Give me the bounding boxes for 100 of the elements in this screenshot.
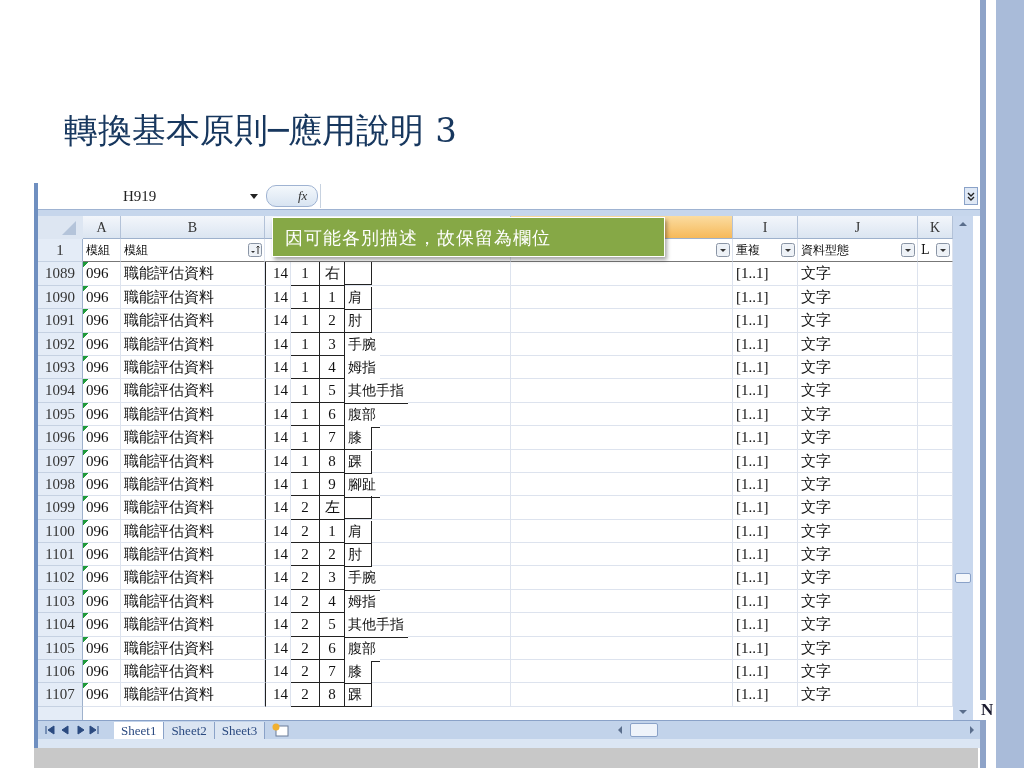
sheet-tab[interactable]: Sheet3 [214,721,266,739]
column-header[interactable]: B [121,216,265,239]
row-number[interactable]: 1097 [38,449,83,473]
sort-filter-icon[interactable] [248,243,262,258]
insert-sheet-icon[interactable] [271,723,292,737]
table-cell: 096 [83,566,121,590]
table-cell: 左 [320,496,345,520]
filter-dropdown-icon[interactable] [936,243,950,258]
row-number[interactable]: 1104 [38,613,83,637]
row-number[interactable]: 1091 [38,309,83,333]
table-cell: 職能評估資料 [121,636,265,661]
table-cell: 1 [291,402,320,427]
row-number[interactable]: 1089 [38,262,83,286]
row-number[interactable]: 1102 [38,566,83,590]
table-cell: 職能評估資料 [121,449,265,473]
table-cell: 手腕 [345,567,380,592]
table-cell: 2 [291,683,320,707]
scroll-down-icon[interactable] [957,708,969,716]
table-cell: 肘 [345,544,372,568]
table-cell: 14 [265,472,291,497]
formula-control[interactable] [266,185,318,207]
table-cell: 14 [265,519,291,544]
row-number[interactable]: 1092 [38,332,83,356]
column-header[interactable]: K [918,216,953,239]
insert-function-button[interactable]: fx [298,188,320,204]
table-cell: 14 [265,613,291,637]
row-number[interactable]: 1098 [38,472,83,497]
table-cell: 14 [265,566,291,590]
sheet-tab[interactable]: Sheet1 [114,721,165,739]
header-text: 模組 [86,242,110,260]
table-cell: 1 [291,332,320,356]
column-header[interactable]: A [83,216,121,239]
table-cell: 職能評估資料 [121,519,265,544]
callout-tooltip: 因可能各別描述，故保留為欄位 [272,217,665,257]
filter-dropdown-icon[interactable] [901,243,915,258]
table-cell: [1..1] [733,496,798,520]
filter-dropdown-icon[interactable] [781,243,795,258]
row-number[interactable]: 1094 [38,379,83,403]
table-cell: 14 [265,426,291,450]
scroll-right-icon[interactable] [968,725,976,735]
sheet-tab[interactable]: Sheet2 [164,721,215,739]
table-cell: 096 [83,519,121,544]
row-number[interactable]: 1095 [38,402,83,427]
row-number[interactable]: 1107 [38,683,83,707]
caret-icon[interactable] [250,193,258,199]
row-number[interactable]: 1106 [38,660,83,684]
table-cell: 職能評估資料 [121,262,265,286]
table-cell: 14 [265,543,291,567]
table-cell: 文字 [798,636,918,661]
table-cell: 14 [265,449,291,473]
header-text: 重複 [736,242,760,260]
table-cell: [1..1] [733,309,798,333]
table-cell: [1..1] [733,355,798,380]
table-cell: 14 [265,402,291,427]
table-cell: 1 [291,285,320,310]
row-number[interactable]: 1090 [38,285,83,310]
table-cell: 文字 [798,519,918,544]
table-cell: 2 [291,589,320,614]
table-cell: [1..1] [733,402,798,427]
name-box[interactable]: H919 [38,187,248,205]
table-cell: 文字 [798,309,918,333]
row-number[interactable]: 1 [38,239,83,263]
scroll-thumb[interactable] [630,723,658,737]
table-cell: 文字 [798,262,918,286]
table-cell: 文字 [798,683,918,707]
table-cell: 096 [83,332,121,356]
slide-title: 轉換基本原則─應用說明 3 [64,109,457,152]
table-cell: 096 [83,379,121,403]
row-number[interactable]: 1093 [38,355,83,380]
table-cell: 096 [83,613,121,637]
row-number[interactable]: 1105 [38,636,83,661]
column-header[interactable]: J [798,216,918,239]
row-number[interactable]: 1100 [38,519,83,544]
vertical-scrollbar[interactable] [953,216,973,720]
table-cell: 職能評估資料 [121,496,265,520]
row-number[interactable]: 1101 [38,543,83,567]
table-cell: [1..1] [733,472,798,497]
scroll-thumb[interactable] [955,573,971,583]
header-text: 資料型態 [801,242,849,260]
row-number[interactable]: 1096 [38,426,83,450]
table-cell: 文字 [798,496,918,520]
table-cell: [1..1] [733,426,798,450]
scroll-left-icon[interactable] [616,725,624,735]
table-cell: 文字 [798,355,918,380]
table-cell: 肩 [345,520,372,544]
table-cell: 姆指 [345,356,380,381]
table-cell: 文字 [798,332,918,356]
row-number[interactable]: 1103 [38,589,83,614]
table-cell: 肘 [345,310,372,334]
filter-dropdown-icon[interactable] [716,243,730,258]
expand-icon[interactable] [964,187,978,205]
row-number[interactable]: 1099 [38,496,83,520]
table-cell: 096 [83,309,121,333]
table-cell: 職能評估資料 [121,566,265,590]
column-header[interactable]: I [733,216,798,239]
table-cell: 2 [291,636,320,661]
table-cell: 文字 [798,402,918,427]
table-cell: 文字 [798,613,918,637]
table-cell: 職能評估資料 [121,355,265,380]
scroll-up-icon[interactable] [957,220,969,228]
